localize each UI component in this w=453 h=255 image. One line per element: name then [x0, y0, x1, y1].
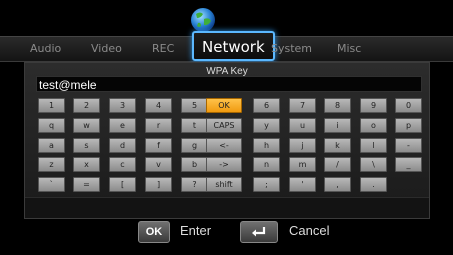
tab-network[interactable]: Network [192, 31, 275, 61]
key-5-1[interactable]: ` [38, 177, 65, 192]
key-2-2[interactable]: w [73, 118, 100, 133]
key-5-7[interactable]: ; [253, 177, 280, 192]
key-4-1[interactable]: z [38, 157, 65, 172]
key-3-6[interactable]: <- [206, 138, 242, 153]
key-2-1[interactable]: q [38, 118, 65, 133]
key-5-9[interactable]: , [324, 177, 351, 192]
key-1-1[interactable]: 1 [38, 98, 65, 113]
key-4-11[interactable]: _ [395, 157, 422, 172]
tab-audio[interactable]: Audio [30, 42, 61, 55]
key-2-4[interactable]: r [145, 118, 172, 133]
key-1-9[interactable]: 8 [324, 98, 351, 113]
key-4-9[interactable]: / [324, 157, 351, 172]
key-5-2[interactable]: = [73, 177, 100, 192]
key-2-9[interactable]: i [324, 118, 351, 133]
key-2-5[interactable]: t [181, 118, 208, 133]
key-2-8[interactable]: u [289, 118, 316, 133]
key-3-1[interactable]: a [38, 138, 65, 153]
enter-hint-label: Enter [180, 223, 212, 238]
key-3-8[interactable]: j [289, 138, 316, 153]
key-3-5[interactable]: g [181, 138, 208, 153]
wpa-key-input[interactable]: test@mele [36, 76, 422, 92]
dialog-footer [25, 197, 429, 218]
key-4-8[interactable]: m [289, 157, 316, 172]
key-4-10[interactable]: \ [360, 157, 387, 172]
key-3-7[interactable]: h [253, 138, 280, 153]
key-1-10[interactable]: 9 [360, 98, 387, 113]
key-4-3[interactable]: c [109, 157, 136, 172]
key-5-6[interactable]: shift [206, 177, 242, 192]
key-2-10[interactable]: o [360, 118, 387, 133]
ok-button-icon: OK [138, 221, 170, 243]
key-4-6[interactable]: -> [206, 157, 242, 172]
hint-bar: OK Enter Cancel [0, 219, 453, 245]
key-2-7[interactable]: y [253, 118, 280, 133]
key-4-4[interactable]: v [145, 157, 172, 172]
tab-system[interactable]: System [271, 42, 312, 55]
key-1-7[interactable]: 6 [253, 98, 280, 113]
key-3-2[interactable]: s [73, 138, 100, 153]
tab-misc[interactable]: Misc [337, 42, 361, 55]
key-2-11[interactable]: p [395, 118, 422, 133]
key-1-11[interactable]: 0 [395, 98, 422, 113]
key-2-3[interactable]: e [109, 118, 136, 133]
tab-video[interactable]: Video [91, 42, 122, 55]
screen: Audio Video REC Network System Misc WPA … [0, 0, 453, 255]
key-1-5[interactable]: 5 [181, 98, 208, 113]
key-3-11[interactable]: - [395, 138, 422, 153]
key-1-8[interactable]: 7 [289, 98, 316, 113]
tab-rec[interactable]: REC [152, 42, 174, 55]
key-1-2[interactable]: 2 [73, 98, 100, 113]
key-5-5[interactable]: ? [181, 177, 208, 192]
key-3-4[interactable]: f [145, 138, 172, 153]
key-5-4[interactable]: ] [145, 177, 172, 192]
globe-icon [191, 8, 215, 32]
key-1-4[interactable]: 4 [145, 98, 172, 113]
key-1-6[interactable]: OK [206, 98, 242, 113]
key-5-10[interactable]: . [360, 177, 387, 192]
key-1-3[interactable]: 3 [109, 98, 136, 113]
settings-menu-bar: Audio Video REC Network System Misc [0, 31, 453, 62]
return-arrow-icon [240, 221, 278, 243]
cancel-hint-label: Cancel [289, 223, 330, 238]
key-2-6[interactable]: CAPS [206, 118, 242, 133]
key-4-5[interactable]: b [181, 157, 208, 172]
key-4-7[interactable]: n [253, 157, 280, 172]
key-3-9[interactable]: k [324, 138, 351, 153]
wpa-key-dialog: WPA Key test@mele 1 2 3 4 5 OK 6 7 8 9 0 q w e r t CAPS y… [24, 62, 430, 219]
key-5-8[interactable]: ' [289, 177, 316, 192]
key-4-2[interactable]: x [73, 157, 100, 172]
key-3-3[interactable]: d [109, 138, 136, 153]
key-5-3[interactable]: [ [109, 177, 136, 192]
key-3-10[interactable]: l [360, 138, 387, 153]
